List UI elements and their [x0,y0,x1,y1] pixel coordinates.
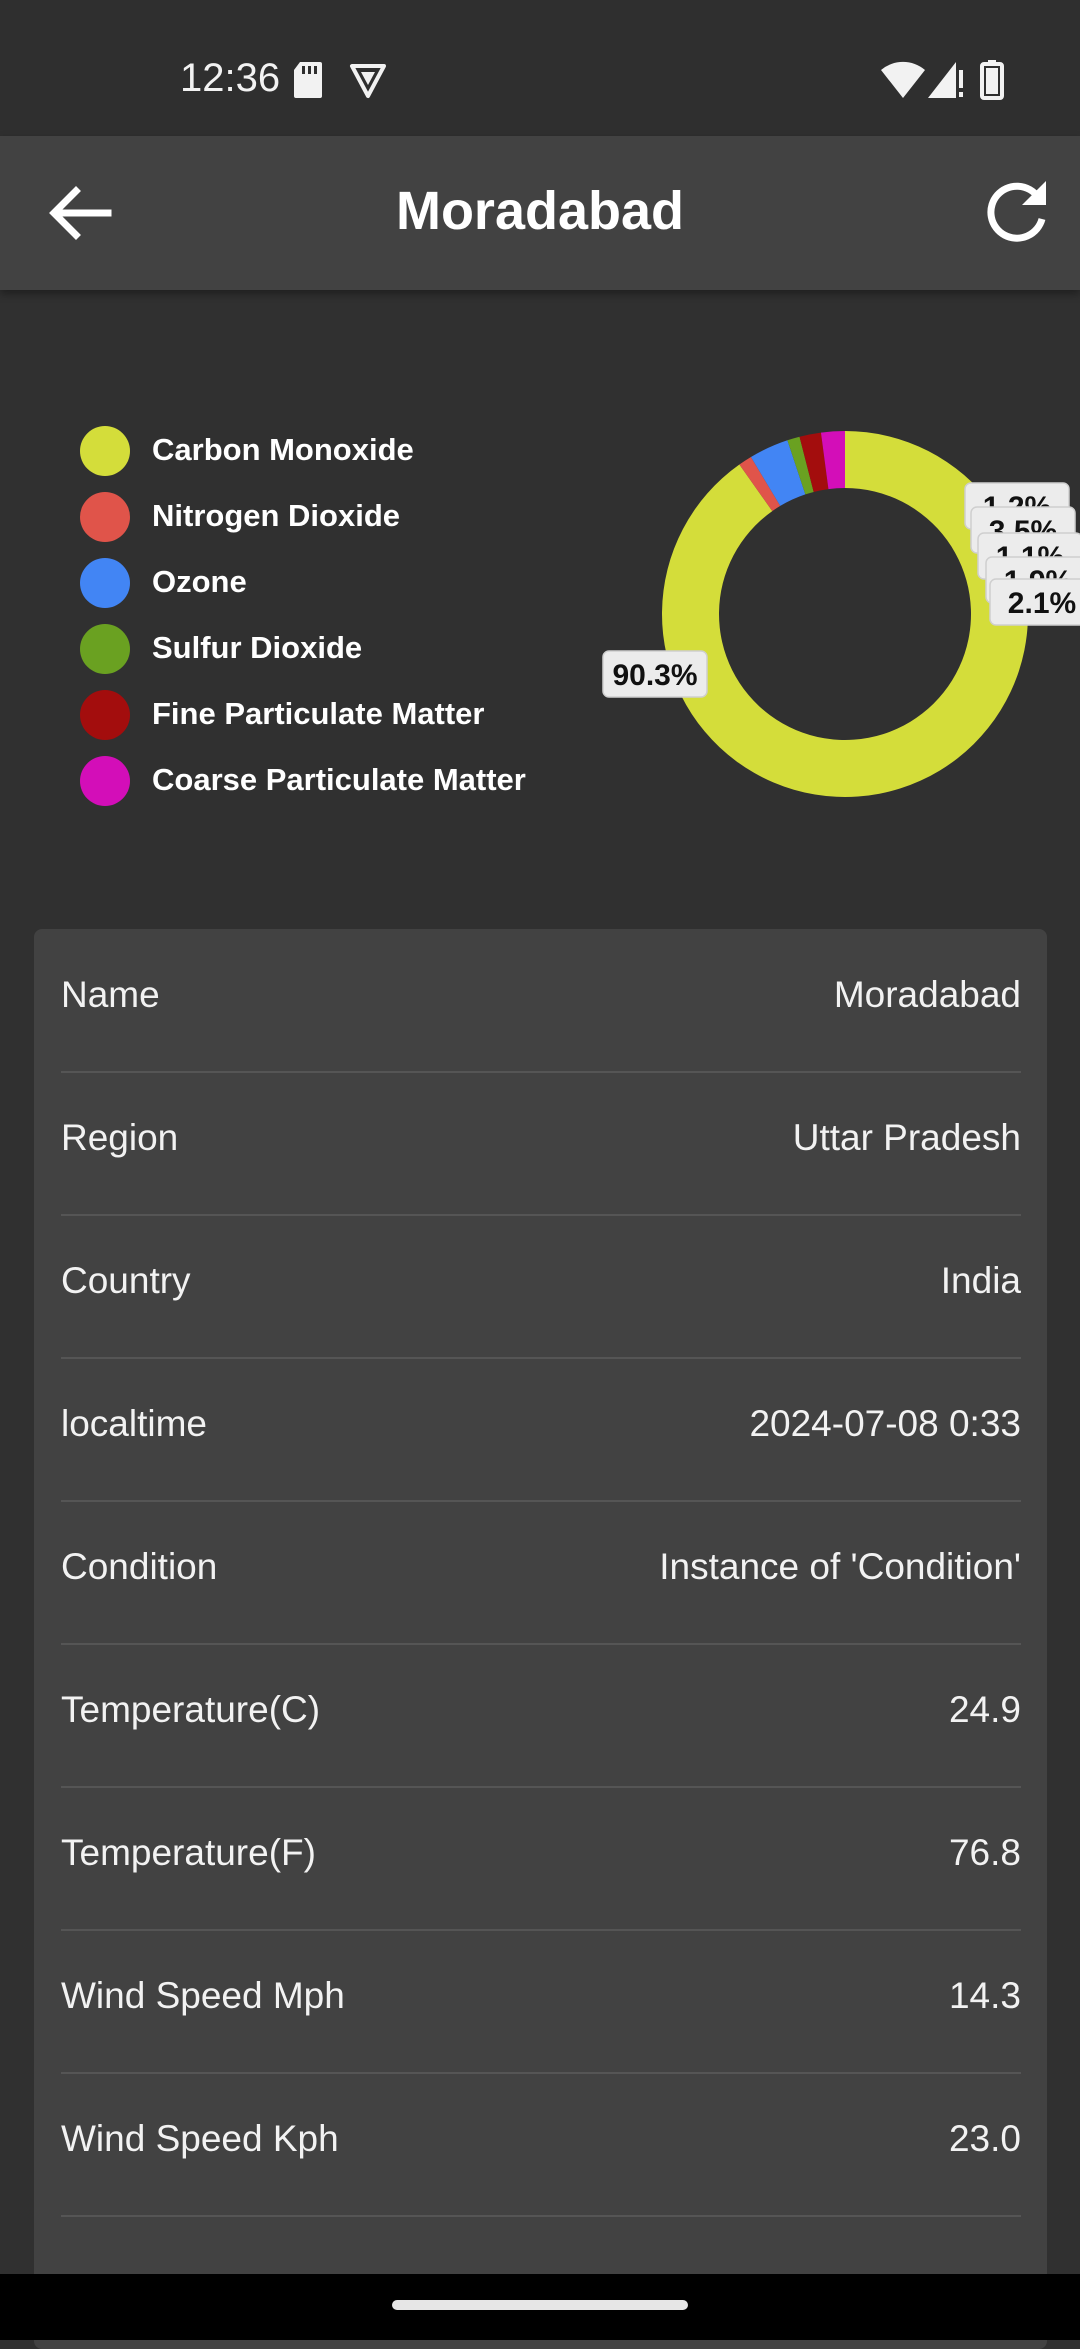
legend-color-swatch [80,558,130,608]
cell-signal-icon [928,62,963,98]
detail-value: Instance of 'Condition' [659,1546,1021,1587]
detail-label: Wind Speed Kph [61,2118,339,2159]
legend-label: Ozone [152,564,247,599]
detail-value: 2024-07-08 0:33 [749,1403,1021,1444]
details-card: Name Moradabad Region Uttar Pradesh Country I… [34,929,1047,2349]
legend-label: Coarse Particulate Matter [152,762,526,797]
detail-row: Temperature(F) 76.8 [61,1787,1021,1931]
detail-row: Wind Speed Mph 14.3 [61,1930,1021,2074]
status-time: 12:36 [180,56,281,100]
detail-label: Wind Speed Mph [61,1975,345,2016]
detail-label: Temperature(C) [61,1689,321,1730]
legend-color-swatch [80,492,130,542]
status-bar: 12:36 [0,0,1080,136]
slice-data-label-text: 2.1% [1008,587,1076,620]
legend-color-swatch [80,690,130,740]
detail-label: Name [61,974,160,1015]
detail-row: Condition Instance of 'Condition' [61,1501,1021,1645]
legend-label: Nitrogen Dioxide [152,498,401,533]
pollutant-donut-chart: 90.3%1.2%3.5%1.1%1.9%2.1% [602,431,1080,797]
detail-value: Uttar Pradesh [792,1117,1021,1158]
detail-row: Region Uttar Pradesh [61,1072,1021,1216]
slice-data-label: 90.3% [602,650,708,698]
detail-value: 76.8 [948,1832,1021,1873]
detail-value: 14.3 [948,1975,1021,2016]
detail-label: localtime [61,1403,207,1444]
detail-value: Moradabad [833,974,1021,1015]
refresh-button[interactable] [976,171,1060,255]
legend-color-swatch [80,624,130,674]
page-title: Moradabad [395,181,685,241]
detail-row: localtime 2024-07-08 0:33 [61,1358,1021,1502]
detail-value: India [940,1260,1021,1301]
detail-label: Country [61,1260,191,1301]
detail-row: Name Moradabad [61,929,1021,1073]
wifi-icon [881,61,925,98]
legend-label: Sulfur Dioxide [152,630,363,665]
legend-color-swatch [80,756,130,806]
slice-data-label: 2.1% [989,578,1080,626]
slice-data-label-text: 90.3% [612,659,697,692]
detail-label: Temperature(F) [61,1832,316,1873]
home-indicator[interactable] [392,2300,688,2310]
legend-label: Fine Particulate Matter [152,696,485,731]
detail-value: 24.9 [948,1689,1021,1730]
battery-icon [980,60,1004,100]
detail-row: Temperature(C) 24.9 [61,1644,1021,1788]
detail-value: 23.0 [948,2118,1021,2159]
detail-row: Country India [61,1215,1021,1359]
detail-label: Region [61,1117,179,1158]
vpn-shield-icon [350,64,386,98]
detail-row: Wind Speed Kph 23.0 [61,2073,1021,2217]
legend-label: Carbon Monoxide [152,432,414,467]
legend-color-swatch [80,426,130,476]
refresh-icon [987,181,1046,242]
navigation-bar [0,2274,1080,2340]
detail-label: Condition [61,1546,218,1587]
app-bar: Moradabad [0,136,1080,290]
sd-card-icon [294,62,322,98]
